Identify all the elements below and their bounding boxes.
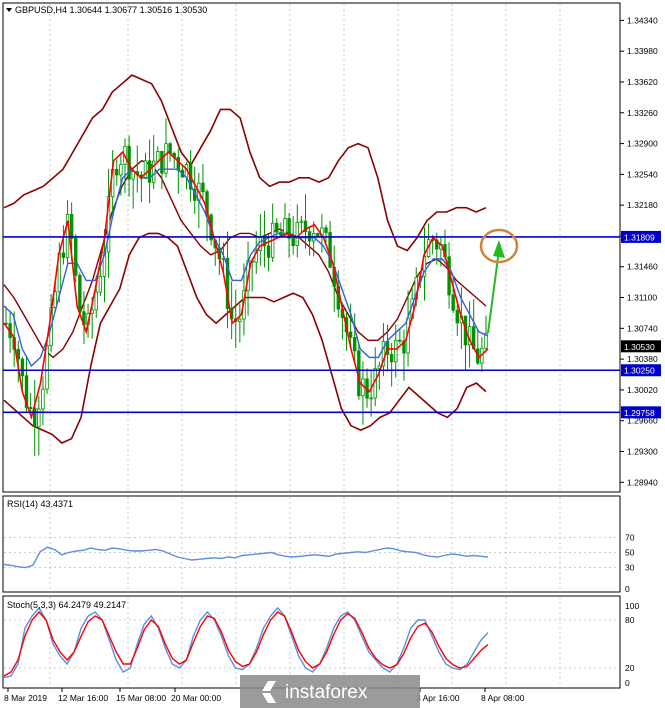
candle-body — [143, 160, 148, 179]
candle-body — [238, 318, 242, 322]
candle-body — [201, 182, 205, 193]
candle-body — [324, 227, 328, 233]
time-tick-label: 8 Mar 2019 — [4, 693, 47, 703]
candle-body — [394, 339, 398, 363]
price-tick-label: 1.33260 — [627, 108, 658, 118]
candle-body — [389, 354, 394, 363]
price-tick-label: 1.33980 — [627, 46, 658, 56]
price-tick-label: 1.28940 — [627, 477, 658, 487]
candle-body — [94, 291, 98, 311]
candle-body — [41, 388, 45, 410]
indicator-level-label: 100 — [625, 601, 639, 611]
candle-body — [115, 168, 119, 176]
watermark-text: instaforex — [285, 682, 368, 703]
price-tick-label: 1.32540 — [627, 169, 658, 179]
candle-body — [156, 151, 160, 162]
price-tag-label: 1.30530 — [624, 342, 655, 352]
candle-body — [28, 407, 33, 409]
candle-body — [119, 164, 123, 176]
main-panel-frame — [2, 2, 621, 493]
price-tag-label: 1.29758 — [624, 408, 655, 418]
chart-title: GBPUSD,H4 — [15, 5, 67, 15]
candle-body — [258, 236, 263, 252]
candle-body — [451, 294, 455, 311]
ohlc-open: 1.30644 — [70, 5, 103, 15]
time-tick-label: 20 Mar 00:00 — [171, 693, 221, 703]
candle-body — [398, 339, 402, 342]
candle-body — [455, 309, 459, 324]
indicator-level-label: 20 — [625, 663, 635, 673]
candle-body — [74, 237, 78, 276]
candle-body — [61, 252, 66, 258]
ohlc-close: 1.30530 — [175, 5, 208, 15]
candle-body — [131, 171, 135, 180]
time-tick-label: 15 Mar 08:00 — [116, 693, 166, 703]
time-tick-label: 12 Mar 16:00 — [58, 693, 108, 703]
candle-body — [98, 276, 103, 293]
price-tick-label: 1.32900 — [627, 139, 658, 149]
price-tick-label: 1.31100 — [627, 293, 657, 303]
rsi-panel-frame — [2, 495, 621, 593]
indicator-level-label: 80 — [625, 615, 635, 625]
chart-canvas: 1.34340 1.33980 1.33620 1.33260 1.32900 1.325… — [2, 2, 661, 708]
price-tag-label: 1.31809 — [624, 232, 655, 242]
time-tick-label: 3 Apr 16:00 — [416, 693, 460, 703]
price-tick-label: 1.31460 — [627, 262, 658, 272]
price-tag-label: 1.30250 — [624, 366, 655, 376]
candle-body — [348, 331, 353, 338]
indicator-level-label: 50 — [625, 548, 635, 558]
candle-body — [369, 397, 373, 400]
candle-body — [78, 274, 82, 313]
price-tick-label: 1.30020 — [627, 385, 658, 395]
candle-body — [176, 157, 181, 171]
price-tick-label: 1.32180 — [627, 200, 658, 210]
indicator-level-label: 30 — [625, 563, 635, 573]
indicator-level-label: 0 — [625, 584, 630, 594]
price-tick-label: 1.33620 — [627, 77, 658, 87]
candle-body — [299, 220, 304, 223]
candle-body — [295, 221, 299, 246]
indicator-level-label: 0 — [625, 678, 630, 688]
instaforex-watermark: instaforex — [240, 675, 420, 708]
price-tick-label: 1.34340 — [627, 15, 658, 25]
ohlc-high: 1.30677 — [105, 5, 138, 15]
price-tick-label: 1.30380 — [627, 354, 658, 364]
price-tick-label: 1.29300 — [627, 447, 658, 457]
time-tick-label: 8 Apr 08:00 — [481, 693, 525, 703]
candle-body — [328, 232, 332, 268]
candle-body — [353, 336, 357, 352]
candle-body — [20, 358, 25, 377]
candle-body — [266, 245, 271, 258]
candle-body — [69, 214, 74, 239]
rsi-label: RSI(14) 43.4371 — [7, 499, 73, 509]
candle-body — [275, 222, 279, 233]
svg-text:GBPUSD,H4 1.30644 1.30677 1.3: GBPUSD,H4 1.30644 1.30677 1.30516 1.3053… — [15, 5, 207, 15]
price-tick-label: 1.30740 — [627, 323, 658, 333]
candle-body — [291, 237, 295, 246]
candle-body — [316, 233, 320, 237]
stoch-label: Stoch(5,3,3) 64.2479 49.2147 — [7, 600, 126, 610]
indicator-level-label: 70 — [625, 533, 635, 543]
ohlc-low: 1.30516 — [140, 5, 173, 15]
candle-body — [45, 345, 49, 390]
